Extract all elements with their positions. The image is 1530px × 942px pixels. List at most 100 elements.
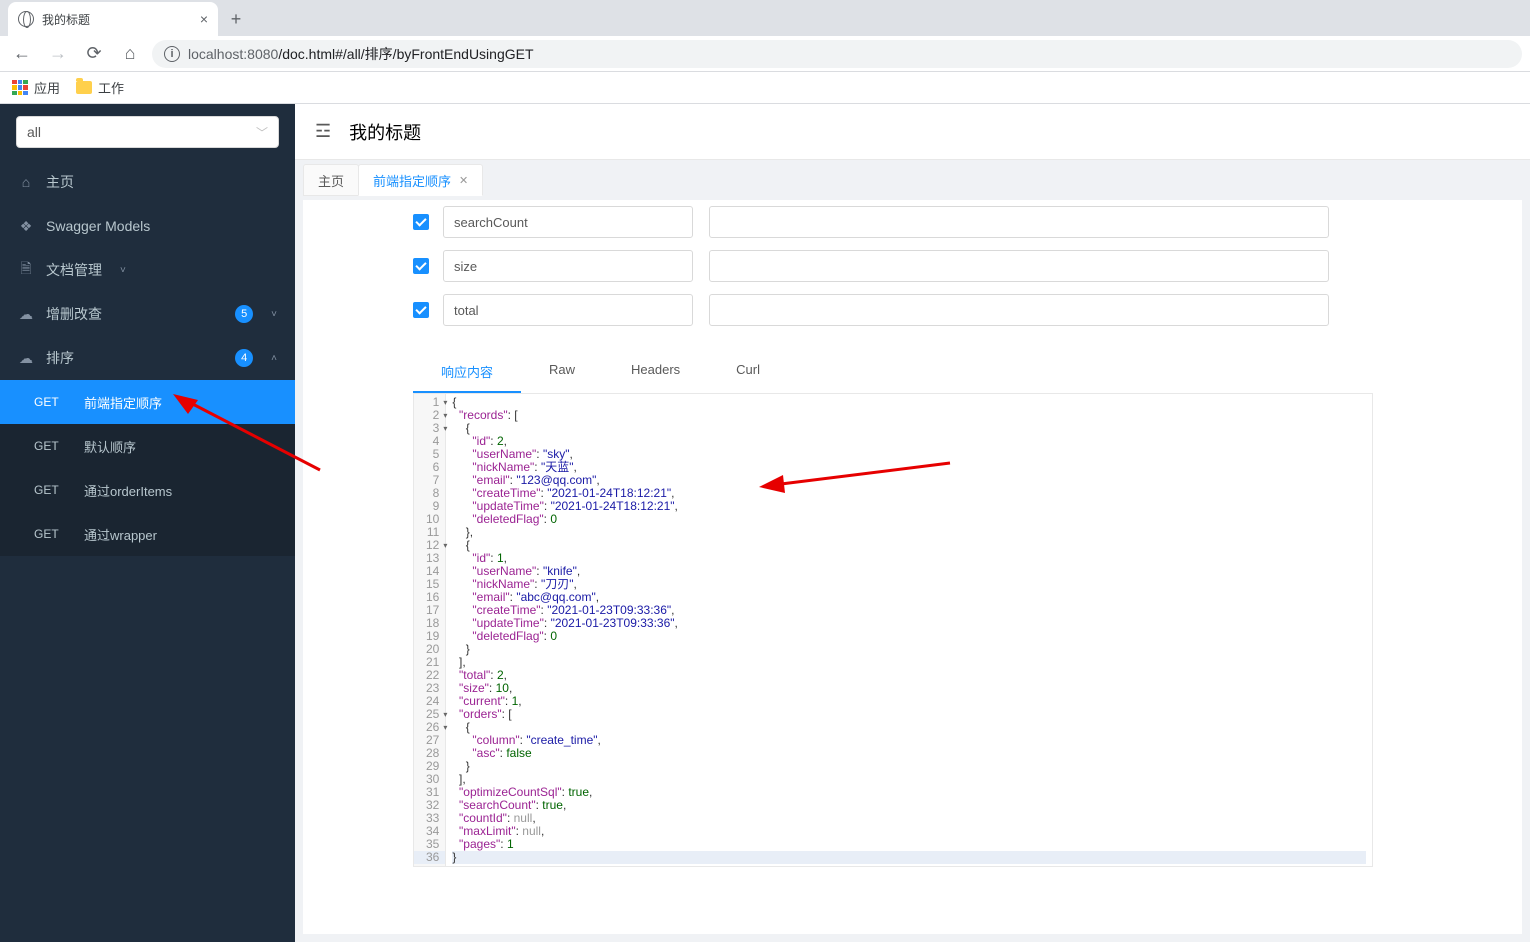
work-bookmark[interactable]: 工作 [76,78,124,97]
sidebar-item-label: 增删改查 [46,304,102,324]
response-tab-响应内容[interactable]: 响应内容 [413,352,521,393]
browser-tab[interactable]: 我的标题 × [8,2,218,36]
response-tab-Headers[interactable]: Headers [603,352,708,393]
models-icon: ❖ [18,218,34,235]
code-gutter: 1234567891011121314151617181920212223242… [414,394,446,866]
submenu-label: 通过wrapper [84,525,157,544]
close-tab-icon[interactable]: × [200,11,208,27]
code-body[interactable]: { "records": [ { "id": 2, "userName": "s… [446,394,1372,866]
response-tab-Raw[interactable]: Raw [521,352,603,393]
line-number: 2 [414,409,445,422]
chevron-down-icon: ˅ [271,309,277,320]
sidebar-menu: ⌂主页❖Swagger Models🗎文档管理˅☁增删改查5˅☁排序4˄GET前… [0,160,295,556]
line-number: 4 [414,435,445,448]
code-line: { [452,539,1366,552]
apps-bookmark[interactable]: 应用 [12,78,60,97]
line-number: 5 [414,448,445,461]
code-line: } [452,851,1366,864]
count-badge: 4 [235,349,253,367]
group-select-wrap: all ﹀ [16,116,279,148]
sidebar-item-主页[interactable]: ⌂主页 [0,160,295,204]
forward-button[interactable]: → [44,40,72,68]
code-line: ], [452,656,1366,669]
response-tab-Curl[interactable]: Curl [708,352,788,393]
group-select[interactable]: all ﹀ [16,116,279,148]
param-row-size [413,244,1522,288]
response-tabs: 响应内容RawHeadersCurl [413,352,1373,394]
home-icon: ⌂ [18,174,34,190]
group-select-value: all [27,124,41,140]
folder-icon [76,81,92,94]
line-number: 36 [414,851,445,864]
main-header: ☲ 我的标题 [295,104,1530,160]
back-button[interactable]: ← [8,40,36,68]
site-info-icon[interactable]: i [164,46,180,62]
param-name-input[interactable] [443,206,693,238]
home-button[interactable]: ⌂ [116,40,144,68]
code-line: "deletedFlag": 0 [452,630,1366,643]
code-line: "countId": null, [452,812,1366,825]
code-line: "searchCount": true, [452,799,1366,812]
sidebar: all ﹀ ⌂主页❖Swagger Models🗎文档管理˅☁增删改查5˅☁排序… [0,104,295,942]
page-title: 我的标题 [349,119,421,145]
sidebar-item-Swagger Models[interactable]: ❖Swagger Models [0,204,295,248]
apps-icon [12,80,28,96]
url-input[interactable]: i localhost:8080/doc.html#/all/排序/byFron… [152,40,1522,68]
code-area: 1234567891011121314151617181920212223242… [413,394,1373,867]
http-method: GET [34,483,66,497]
reload-button[interactable]: ⟳ [80,40,108,68]
line-number: 7 [414,474,445,487]
param-value-input[interactable] [709,206,1329,238]
code-line: "column": "create_time", [452,734,1366,747]
code-line: } [452,643,1366,656]
submenu-item-通过wrapper[interactable]: GET通过wrapper [0,512,295,556]
line-number: 3 [414,422,445,435]
checkbox[interactable] [413,214,429,230]
code-line: } [452,760,1366,773]
code-line: "size": 10, [452,682,1366,695]
submenu-item-前端指定顺序[interactable]: GET前端指定顺序 [0,380,295,424]
code-line: "orders": [ [452,708,1366,721]
new-tab-button[interactable]: + [222,5,250,33]
globe-icon [18,11,34,27]
checkbox[interactable] [413,302,429,318]
cloud-icon: ☁ [18,306,34,323]
collapse-sidebar-icon[interactable]: ☲ [315,121,331,142]
submenu-item-默认顺序[interactable]: GET默认顺序 [0,424,295,468]
param-value-input[interactable] [709,294,1329,326]
sidebar-item-增删改查[interactable]: ☁ 增删改查 5 ˅ [0,292,295,336]
params-area [413,200,1522,332]
code-line: "updateTime": "2021-01-23T09:33:36", [452,617,1366,630]
code-line: "userName": "sky", [452,448,1366,461]
code-line: "userName": "knife", [452,565,1366,578]
count-badge: 5 [235,305,253,323]
param-name-input[interactable] [443,294,693,326]
sidebar-item-文档管理[interactable]: 🗎 文档管理 ˅ [0,248,295,292]
code-line: "asc": false [452,747,1366,760]
param-name-input[interactable] [443,250,693,282]
chevron-down-icon: ﹀ [256,124,268,141]
bookmark-bar: 应用 工作 [0,72,1530,104]
chevron-down-icon: ˅ [120,265,126,276]
doc-icon: 🗎 [18,258,34,282]
main-area: ☲ 我的标题 主页前端指定顺序 ✕ 响应内容RawHeadersCurl 1234… [295,104,1530,942]
line-number: 1 [414,396,445,409]
line-number: 6 [414,461,445,474]
page-tab-主页[interactable]: 主页 [303,164,359,196]
checkbox[interactable] [413,258,429,274]
submenu-item-通过orderItems[interactable]: GET通过orderItems [0,468,295,512]
submenu-sort: GET前端指定顺序GET默认顺序GET通过orderItemsGET通过wrap… [0,380,295,556]
page-tab-前端指定顺序[interactable]: 前端指定顺序 ✕ [358,164,483,196]
work-label: 工作 [98,78,124,97]
chevron-up-icon: ˄ [271,353,277,364]
param-value-input[interactable] [709,250,1329,282]
param-row-searchCount [413,200,1522,244]
tab-label: 前端指定顺序 [373,171,451,190]
sidebar-item-label: 文档管理 [46,260,102,280]
sidebar-item-排序[interactable]: ☁排序4˄ [0,336,295,380]
code-line: "deletedFlag": 0 [452,513,1366,526]
code-line: { [452,396,1366,409]
sidebar-item-label: 排序 [46,348,74,368]
tab-title: 我的标题 [42,11,90,28]
close-icon[interactable]: ✕ [459,174,468,187]
